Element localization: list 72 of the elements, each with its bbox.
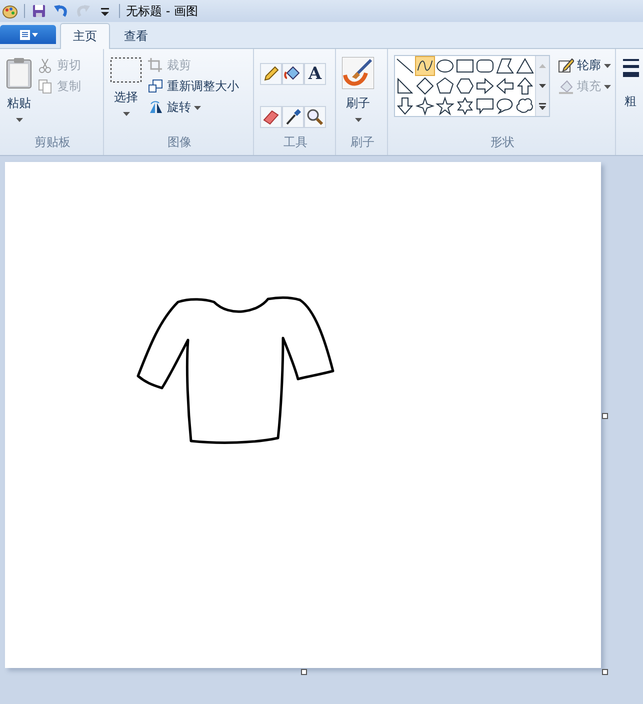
size-label[interactable]: 粗 (624, 93, 636, 110)
triangle-shape-button[interactable] (515, 56, 535, 76)
picker-tool[interactable] (282, 106, 304, 128)
outline-button[interactable]: 轮廓 (558, 57, 611, 74)
resize-button[interactable]: 重新调整大小 (148, 78, 239, 95)
caret-icon (122, 112, 130, 116)
undo-icon[interactable] (53, 3, 69, 19)
line-shape-icon (395, 56, 415, 76)
magnifier-tool[interactable] (304, 106, 326, 128)
ribbon-tab[interactable]: 查看 (112, 24, 160, 48)
rotate-icon (148, 100, 164, 116)
copy-icon (38, 78, 54, 94)
up-arrow-icon (515, 76, 535, 96)
magnifier-icon (306, 108, 324, 126)
crop-icon (148, 58, 164, 74)
five-point-star-button[interactable] (435, 96, 455, 116)
caret-icon (604, 84, 611, 88)
pencil-icon (558, 58, 574, 74)
group-label: 图像 (166, 134, 192, 151)
color-picker-icon (284, 108, 302, 126)
caret-icon (604, 64, 611, 68)
text-tool[interactable]: A (304, 63, 326, 85)
oval-callout-button[interactable] (495, 96, 515, 116)
rotate-button[interactable]: 旋转 (148, 99, 239, 116)
pentagon-shape-icon (435, 76, 455, 96)
caret-icon (354, 118, 362, 122)
resize-icon (148, 78, 164, 94)
ribbon-tab[interactable]: 主页 (60, 23, 110, 49)
up-arrow-button[interactable] (515, 76, 535, 96)
left-arrow-icon (495, 76, 515, 96)
six-point-star-button[interactable] (455, 96, 475, 116)
scissors-icon (38, 58, 54, 74)
right-arrow-icon (475, 76, 495, 96)
window-title: 无标题 - 画图 (126, 2, 198, 20)
resize-handle[interactable] (301, 669, 307, 675)
pencil-tool[interactable] (260, 63, 282, 85)
right-arrow-button[interactable] (475, 76, 495, 96)
eraser-icon (262, 108, 280, 126)
down-arrow-button[interactable] (395, 96, 415, 116)
polygon-shape-button[interactable] (495, 56, 515, 76)
diamond-shape-button[interactable] (415, 76, 435, 96)
four-point-star-button[interactable] (415, 96, 435, 116)
caret-icon (16, 118, 22, 122)
resize-handle[interactable] (602, 669, 608, 675)
rectangle-callout-button[interactable] (475, 96, 495, 116)
file-menu-button[interactable] (0, 25, 56, 44)
selection-rect-icon (110, 57, 142, 83)
hexagon-shape-icon (455, 76, 475, 96)
group-label: 工具 (282, 134, 308, 151)
diamond-shape-icon (415, 76, 435, 96)
brushes-button[interactable]: 刷子 (342, 53, 374, 134)
cloud-callout-button[interactable] (515, 96, 535, 116)
pencil-icon (262, 65, 280, 83)
paintbrush-icon (342, 57, 374, 89)
left-arrow-button[interactable] (495, 76, 515, 96)
pentagon-shape-button[interactable] (435, 76, 455, 96)
group-label: 刷子 (350, 134, 376, 151)
palette-icon[interactable] (2, 3, 18, 19)
eraser-tool[interactable] (260, 106, 282, 128)
select-button[interactable]: 选择 (110, 53, 142, 134)
resize-handle[interactable] (602, 413, 608, 419)
menu-icon (17, 28, 39, 40)
hexagon-shape-button[interactable] (455, 76, 475, 96)
curve-shape-button[interactable] (415, 56, 435, 76)
group-label: 剪贴板 (34, 134, 72, 151)
clipboard-icon (6, 57, 32, 89)
paste-button[interactable]: 粘贴 (6, 53, 32, 134)
fill-tool[interactable] (282, 63, 304, 85)
right-triangle-button[interactable] (395, 76, 415, 96)
group-label: 形状 (490, 134, 516, 151)
caret-icon (194, 106, 201, 110)
line-shape-button[interactable] (395, 56, 415, 76)
